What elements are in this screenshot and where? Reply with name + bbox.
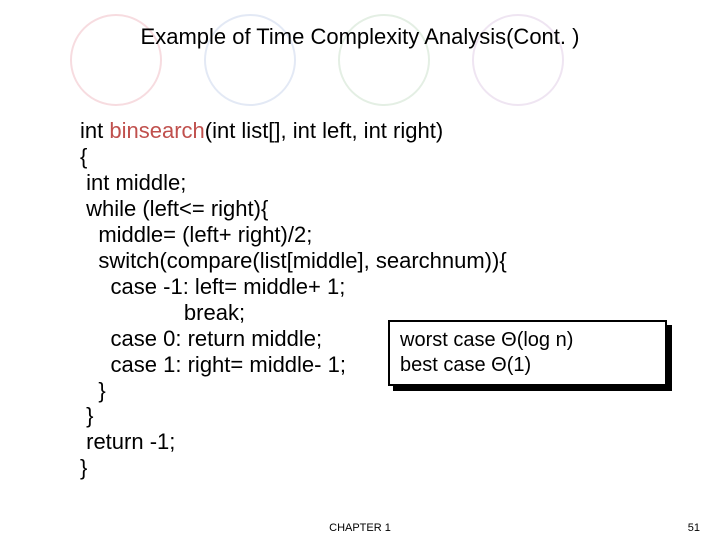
code-line: switch(compare(list[middle], searchnum))… <box>80 248 507 273</box>
code-line: case -1: left= middle+ 1; <box>80 274 345 299</box>
code-line: } <box>80 455 87 480</box>
code-line: case 0: return middle; <box>80 326 322 351</box>
callout-line: worst case Θ(log n) <box>400 328 655 353</box>
code-line: } <box>80 378 106 403</box>
complexity-callout: worst case Θ(log n) best case Θ(1) <box>388 320 667 386</box>
code-line: break; <box>80 300 245 325</box>
chapter-label: CHAPTER 1 <box>329 522 391 534</box>
code-line: middle= (left+ right)/2; <box>80 222 312 247</box>
code-line: while (left<= right){ <box>80 196 268 221</box>
code-line: { <box>80 144 87 169</box>
page-number: 51 <box>688 522 700 534</box>
code-line: int <box>80 118 109 143</box>
code-line: (int list[], int left, int right) <box>205 118 443 143</box>
code-block: int binsearch(int list[], int left, int … <box>80 118 507 481</box>
code-line: int middle; <box>80 170 186 195</box>
slide-title: Example of Time Complexity Analysis(Cont… <box>0 24 720 50</box>
code-line: return -1; <box>80 429 175 454</box>
function-name: binsearch <box>109 118 204 143</box>
callout-line: best case Θ(1) <box>400 353 655 378</box>
code-line: case 1: right= middle- 1; <box>80 352 346 377</box>
code-line: } <box>80 403 93 428</box>
